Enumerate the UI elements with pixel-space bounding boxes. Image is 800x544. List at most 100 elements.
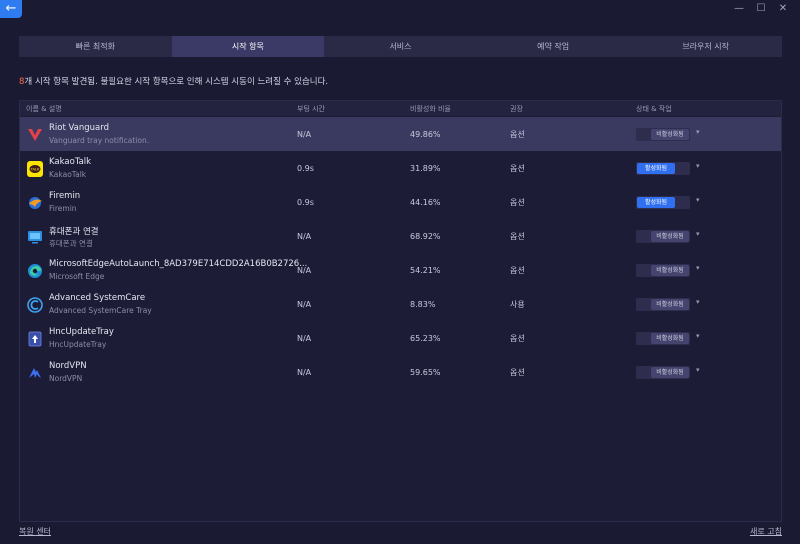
table-row[interactable]: HncUpdateTray HncUpdateTray N/A 65.23% 옵… — [20, 321, 781, 355]
firemin-icon — [26, 194, 43, 211]
row-name: MicrosoftEdgeAutoLaunch_8AD379E714CDD2A1… — [49, 259, 308, 269]
row-description: Advanced SystemCare Tray — [49, 306, 152, 315]
col-disable-rate[interactable]: 비활성화 비율 — [410, 104, 451, 114]
window-controls: — ☐ ✕ — [728, 2, 794, 16]
svg-text:TALK: TALK — [29, 167, 39, 171]
status-label: 비활성화됨 — [651, 299, 689, 310]
status-toggle[interactable]: 비활성화됨 — [636, 366, 690, 379]
row-boot-time: N/A — [297, 232, 312, 241]
tab-quick-optimize[interactable]: 빠른 최적화 — [19, 36, 172, 57]
status-toggle[interactable]: 비활성화됨 — [636, 332, 690, 345]
maximize-icon[interactable]: ☐ — [750, 2, 772, 16]
row-description: HncUpdateTray — [49, 340, 107, 349]
row-boot-time: 0.9s — [297, 198, 314, 207]
startup-summary: 8개 시작 항목 발견됨. 불필요한 시작 항목으로 인해 시스템 시동이 느려… — [19, 75, 328, 87]
chevron-down-icon[interactable]: ▾ — [696, 298, 700, 306]
row-disable-rate: 59.65% — [410, 368, 441, 377]
row-disable-rate: 49.86% — [410, 130, 441, 139]
row-recommendation: 옵션 — [510, 334, 525, 343]
minimize-icon[interactable]: — — [728, 2, 750, 16]
col-status[interactable]: 상태 & 작업 — [636, 104, 672, 114]
row-recommendation: 옵션 — [510, 368, 525, 377]
hnc-update-icon — [26, 330, 43, 347]
table-row[interactable]: MicrosoftEdgeAutoLaunch_8AD379E714CDD2A1… — [20, 253, 781, 287]
row-boot-time: N/A — [297, 130, 312, 139]
edge-icon — [26, 262, 43, 279]
status-toggle[interactable]: 비활성화됨 — [636, 230, 690, 243]
status-toggle[interactable]: 활성화됨 — [636, 196, 690, 209]
close-icon[interactable]: ✕ — [772, 2, 794, 16]
status-toggle[interactable]: 활성화됨 — [636, 162, 690, 175]
row-recommendation: 옵션 — [510, 198, 525, 207]
chevron-down-icon[interactable]: ▾ — [696, 332, 700, 340]
row-recommendation: 옵션 — [510, 232, 525, 241]
systemcare-icon — [26, 296, 43, 313]
row-boot-time: N/A — [297, 334, 312, 343]
row-description: 휴대폰과 연결 — [49, 239, 93, 248]
col-name[interactable]: 이름 & 설명 — [26, 104, 62, 114]
row-name: Firemin — [49, 191, 81, 201]
row-name: Advanced SystemCare — [49, 293, 146, 303]
row-name: KakaoTalk — [49, 157, 92, 167]
status-label: 활성화됨 — [637, 197, 675, 208]
tab-startup-items[interactable]: 시작 항목 — [171, 36, 325, 57]
col-boot-time[interactable]: 부팅 시간 — [297, 104, 325, 114]
row-disable-rate: 54.21% — [410, 266, 441, 275]
refresh-link[interactable]: 새로 고침 — [750, 526, 782, 537]
status-label: 비활성화됨 — [651, 367, 689, 378]
table-row[interactable]: Riot Vanguard Vanguard tray notification… — [20, 117, 781, 151]
status-label: 비활성화됨 — [651, 231, 689, 242]
row-description: Vanguard tray notification. — [49, 136, 150, 145]
status-toggle[interactable]: 비활성화됨 — [636, 264, 690, 277]
row-recommendation: 옵션 — [510, 164, 525, 173]
status-label: 활성화됨 — [637, 163, 675, 174]
row-disable-rate: 44.16% — [410, 198, 441, 207]
row-boot-time: N/A — [297, 266, 312, 275]
tab-services[interactable]: 서비스 — [324, 36, 477, 57]
chevron-down-icon[interactable]: ▾ — [696, 366, 700, 374]
col-recommendation[interactable]: 권장 — [510, 104, 523, 114]
startup-table: 이름 & 설명 부팅 시간 비활성화 비율 권장 상태 & 작업 Riot Va… — [19, 100, 782, 522]
restore-center-link[interactable]: 복원 센터 — [19, 526, 51, 537]
chevron-down-icon[interactable]: ▾ — [696, 230, 700, 238]
table-row[interactable]: TALK KakaoTalk KakaoTalk 0.9s 31.89% 옵션 … — [20, 151, 781, 185]
nordvpn-icon — [26, 364, 43, 381]
table-row[interactable]: NordVPN NordVPN N/A 59.65% 옵션 비활성화됨 ▾ — [20, 355, 781, 389]
row-disable-rate: 8.83% — [410, 300, 436, 309]
row-name: NordVPN — [49, 361, 87, 371]
row-boot-time: 0.9s — [297, 164, 314, 173]
row-boot-time: N/A — [297, 368, 312, 377]
startup-summary-text: 개 시작 항목 발견됨. 불필요한 시작 항목으로 인해 시스템 시동이 느려질… — [24, 77, 329, 87]
chevron-down-icon[interactable]: ▾ — [696, 196, 700, 204]
chevron-down-icon[interactable]: ▾ — [696, 264, 700, 272]
status-label: 비활성화됨 — [651, 129, 689, 140]
riot-vanguard-icon — [26, 126, 43, 143]
back-button[interactable]: ← — [0, 0, 22, 18]
table-row[interactable]: Advanced SystemCare Advanced SystemCare … — [20, 287, 781, 321]
row-disable-rate: 68.92% — [410, 232, 441, 241]
tab-browser-startup[interactable]: 브라우저 시작 — [629, 36, 782, 57]
row-description: KakaoTalk — [49, 170, 87, 179]
tab-bar: 빠른 최적화 시작 항목 서비스 예약 작업 브라우저 시작 — [19, 36, 782, 57]
status-toggle[interactable]: 비활성화됨 — [636, 298, 690, 311]
row-recommendation: 옵션 — [510, 130, 525, 139]
row-recommendation: 옵션 — [510, 266, 525, 275]
row-name: HncUpdateTray — [49, 327, 114, 337]
chevron-down-icon[interactable]: ▾ — [696, 162, 700, 170]
row-description: NordVPN — [49, 374, 83, 383]
chevron-down-icon[interactable]: ▾ — [696, 128, 700, 136]
row-name: Riot Vanguard — [49, 123, 109, 133]
phone-link-icon — [26, 228, 43, 245]
table-row[interactable]: Firemin Firemin 0.9s 44.16% 옵션 활성화됨 ▾ — [20, 185, 781, 219]
status-label: 비활성화됨 — [651, 333, 689, 344]
table-row[interactable]: 휴대폰과 연결 휴대폰과 연결 N/A 68.92% 옵션 비활성화됨 ▾ — [20, 219, 781, 253]
row-disable-rate: 31.89% — [410, 164, 441, 173]
status-label: 비활성화됨 — [651, 265, 689, 276]
status-toggle[interactable]: 비활성화됨 — [636, 128, 690, 141]
kakaotalk-icon: TALK — [26, 160, 43, 177]
row-recommendation: 사용 — [510, 300, 525, 309]
row-disable-rate: 65.23% — [410, 334, 441, 343]
tab-scheduled-tasks[interactable]: 예약 작업 — [477, 36, 630, 57]
row-description: Firemin — [49, 204, 77, 213]
row-boot-time: N/A — [297, 300, 312, 309]
